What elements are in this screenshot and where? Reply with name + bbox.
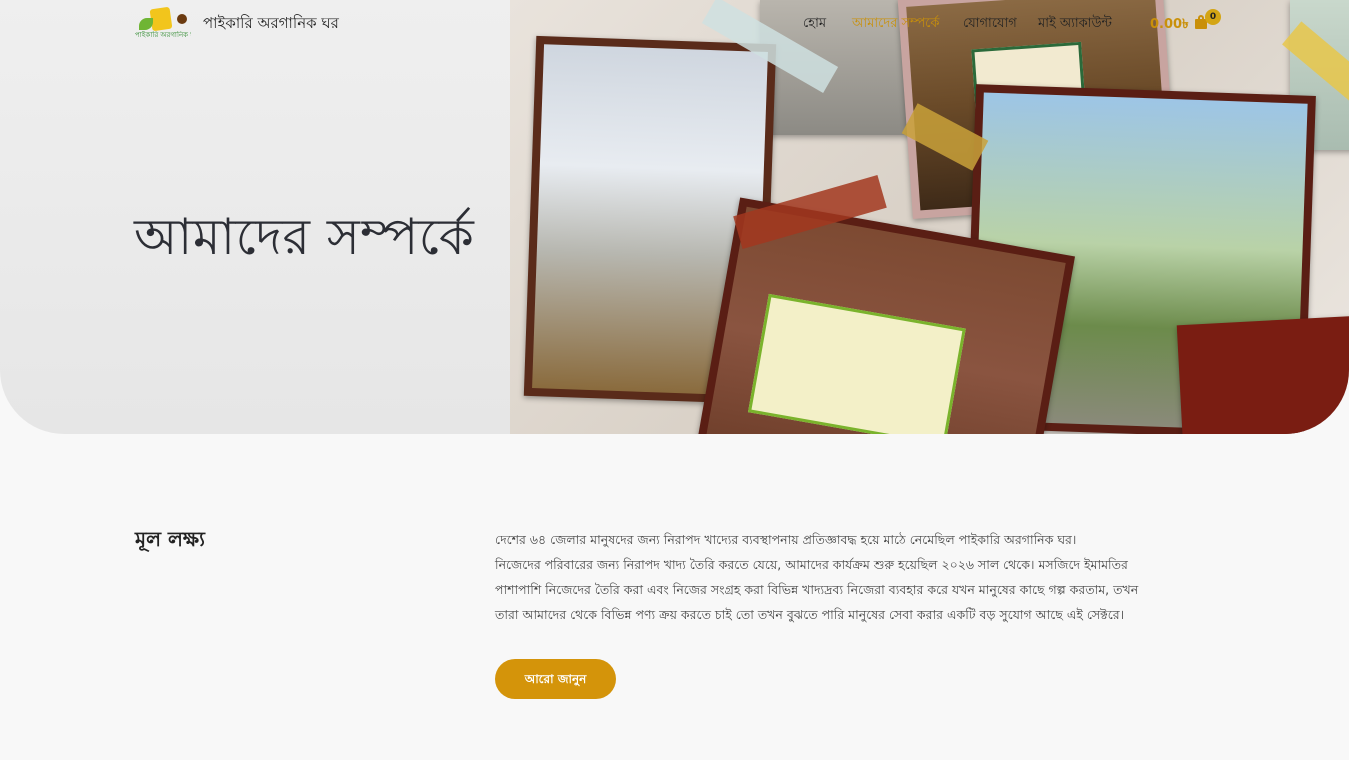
page-title: আমাদের সম্পর্কে: [134, 208, 475, 266]
mission-text: দেশের ৬৪ জেলার মানুষদের জন্য নিরাপদ খাদ্…: [495, 527, 1145, 627]
logo-bee-icon: [177, 14, 187, 24]
site-name-link[interactable]: পাইকারি অরগানিক ঘর: [203, 12, 339, 37]
hero-collage-image: [510, 0, 1349, 434]
hero-banner: আমাদের সম্পর্কে: [0, 0, 1349, 434]
logo-sprout-icon: [139, 18, 153, 30]
learn-more-button[interactable]: আরো জানুন: [495, 659, 616, 699]
mission-paragraph: দেশের ৬৪ জেলার মানুষদের জন্য নিরাপদ খাদ্…: [495, 532, 1077, 547]
site-logo[interactable]: পাইকারি অরগানিক ঘর: [135, 6, 191, 42]
nav-about[interactable]: আমাদের সম্পর্কে: [852, 14, 939, 35]
cart-total[interactable]: 0.00৳: [1150, 15, 1189, 36]
nav-my-account[interactable]: মাই অ্যাকাউন্ট: [1038, 14, 1112, 35]
logo-text: পাইকারি অরগানিক ঘর: [135, 31, 191, 39]
collage-photo-product: [1176, 314, 1349, 434]
mission-paragraph: নিজেদের পরিবারের জন্য নিরাপদ খাদ্য তৈরি …: [495, 557, 1139, 622]
cart-count-badge: 0: [1205, 9, 1221, 25]
mission-heading: মূল লক্ষ্য: [135, 527, 205, 551]
nav-contact[interactable]: যোগাযোগ: [963, 14, 1017, 35]
site-header: পাইকারি অরগানিক ঘর পাইকারি অরগানিক ঘর হো…: [0, 0, 1349, 46]
nav-home[interactable]: হোম: [803, 14, 826, 35]
